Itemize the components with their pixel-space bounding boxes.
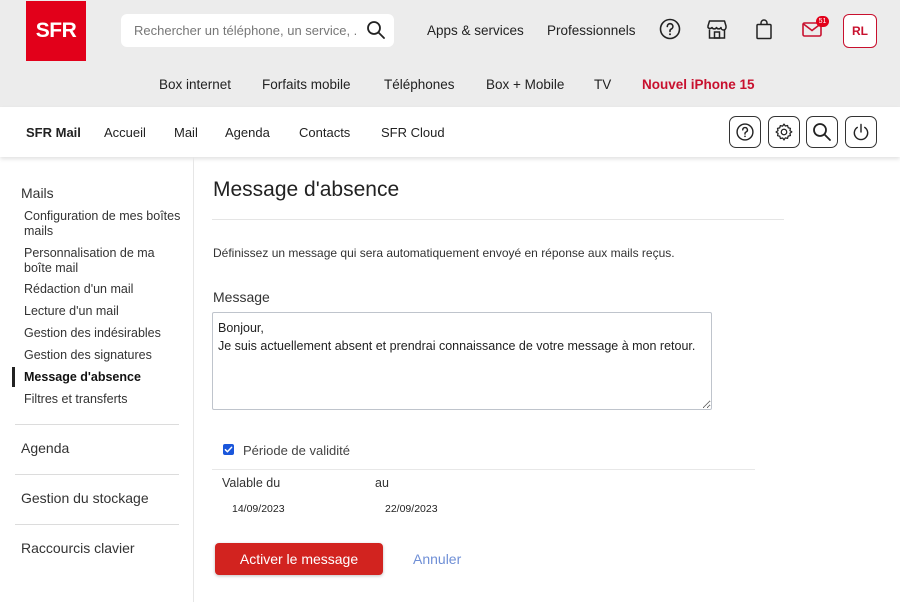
- gear-icon: [775, 123, 793, 141]
- logout-button[interactable]: [845, 116, 877, 148]
- mail-app-bar: SFR Mail Accueil Mail Agenda Contacts SF…: [0, 107, 900, 157]
- sidebar-section-agenda[interactable]: Agenda: [21, 440, 69, 456]
- search-input[interactable]: [134, 23, 356, 38]
- appnav-mail[interactable]: Mail: [174, 125, 198, 140]
- to-date-label: au: [375, 476, 389, 490]
- sidebar-heading-mails[interactable]: Mails: [21, 185, 54, 201]
- sidebar-item-personnalisation[interactable]: Personnalisation de ma boîte mail: [24, 246, 184, 276]
- sidebar-divider: [15, 424, 179, 425]
- active-indicator: [12, 367, 15, 387]
- search-icon[interactable]: [366, 20, 386, 40]
- sidebar-item-indesirables[interactable]: Gestion des indésirables: [24, 326, 184, 341]
- message-label: Message: [213, 289, 270, 305]
- top-header: SFR Apps & services Professionnels 51 RL…: [0, 0, 900, 107]
- period-divider: [212, 469, 755, 470]
- cancel-button[interactable]: Annuler: [413, 551, 461, 567]
- sidebar-item-lecture[interactable]: Lecture d'un mail: [24, 304, 184, 319]
- nav-promo-iphone[interactable]: Nouvel iPhone 15: [642, 77, 755, 92]
- validity-label[interactable]: Période de validité: [243, 443, 350, 458]
- sidebar-item-configuration[interactable]: Configuration de mes boîtes mails: [24, 209, 184, 239]
- settings-button[interactable]: [768, 116, 800, 148]
- search-icon: [813, 123, 831, 141]
- sidebar-section-raccourcis[interactable]: Raccourcis clavier: [21, 540, 135, 556]
- activate-message-button[interactable]: Activer le message: [215, 543, 383, 575]
- message-textarea[interactable]: [212, 312, 712, 410]
- shopping-bag-icon[interactable]: [752, 17, 776, 41]
- appnav-sfr-cloud[interactable]: SFR Cloud: [381, 125, 445, 140]
- settings-sidebar: Mails Configuration de mes boîtes mails …: [0, 157, 194, 602]
- search-box: [121, 14, 394, 47]
- sidebar-item-message-absence[interactable]: Message d'absence: [24, 370, 184, 385]
- professionnels-link[interactable]: Professionnels: [547, 23, 636, 38]
- sidebar-section-stockage[interactable]: Gestion du stockage: [21, 490, 149, 506]
- sfr-mail-brand[interactable]: SFR Mail: [26, 125, 81, 140]
- nav-box-internet[interactable]: Box internet: [159, 77, 231, 92]
- nav-telephones[interactable]: Téléphones: [384, 77, 455, 92]
- sfr-logo[interactable]: SFR: [26, 1, 86, 61]
- title-divider: [212, 219, 784, 220]
- apps-services-link[interactable]: Apps & services: [427, 23, 524, 38]
- validity-checkbox[interactable]: [223, 444, 234, 455]
- from-date-field[interactable]: 14/09/2023: [232, 503, 285, 515]
- search-mail-button[interactable]: [806, 116, 838, 148]
- mail-count-badge: 51: [816, 16, 829, 27]
- sidebar-item-redaction[interactable]: Rédaction d'un mail: [24, 282, 184, 297]
- sidebar-item-filtres[interactable]: Filtres et transferts: [24, 392, 184, 407]
- nav-forfaits-mobile[interactable]: Forfaits mobile: [262, 77, 351, 92]
- page-title: Message d'absence: [213, 178, 400, 201]
- to-date-field[interactable]: 22/09/2023: [385, 503, 438, 515]
- nav-tv[interactable]: TV: [594, 77, 611, 92]
- check-icon: [224, 446, 233, 453]
- sidebar-divider: [15, 524, 179, 525]
- avatar[interactable]: RL: [843, 14, 877, 48]
- power-icon: [853, 123, 869, 141]
- sidebar-item-signatures[interactable]: Gestion des signatures: [24, 348, 184, 363]
- sidebar-divider: [15, 474, 179, 475]
- store-icon[interactable]: [705, 17, 729, 41]
- from-date-label: Valable du: [222, 476, 281, 490]
- help-button[interactable]: [729, 116, 761, 148]
- appnav-contacts[interactable]: Contacts: [299, 125, 350, 140]
- help-icon: [736, 123, 754, 141]
- nav-box-mobile[interactable]: Box + Mobile: [486, 77, 564, 92]
- help-icon[interactable]: [658, 17, 682, 41]
- appnav-accueil[interactable]: Accueil: [104, 125, 146, 140]
- appnav-agenda[interactable]: Agenda: [225, 125, 270, 140]
- intro-text: Définissez un message qui sera automatiq…: [213, 246, 675, 260]
